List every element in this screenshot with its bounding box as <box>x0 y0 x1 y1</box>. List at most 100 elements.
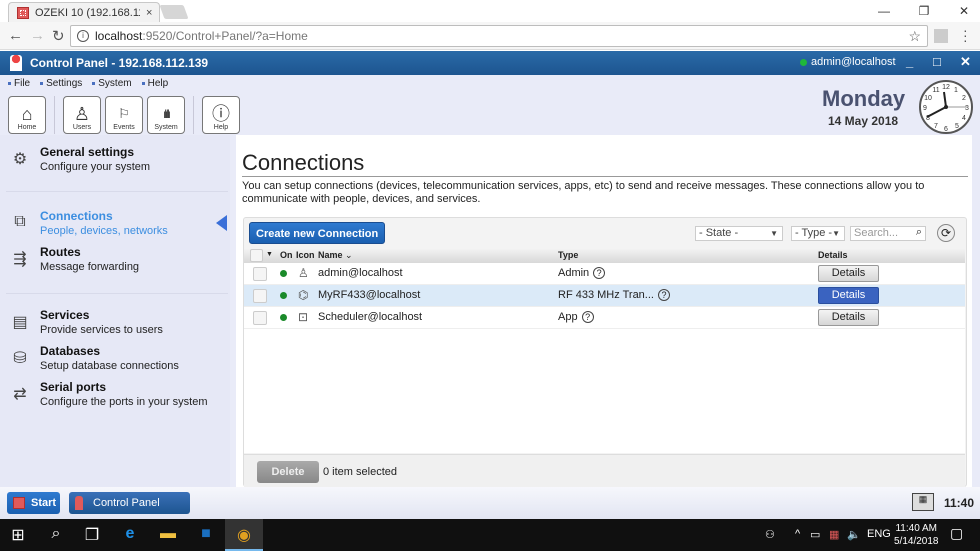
toolbar-events-button[interactable]: ⚐ Events <box>105 96 143 134</box>
gear-icon: ⚙ <box>12 151 28 168</box>
sidebar-item-title: Connections <box>40 209 113 223</box>
extension-icon[interactable] <box>934 29 948 43</box>
type-label: RF 433 MHz Tran... <box>558 289 654 301</box>
svg-text:12: 12 <box>942 84 950 91</box>
help-icon[interactable]: ? <box>593 267 606 279</box>
connection-name[interactable]: admin@localhost <box>318 267 403 279</box>
table-header: ▼ On Icon Name ⌄ Type Details <box>244 249 965 263</box>
menu-system[interactable]: System <box>92 78 131 89</box>
site-info-icon[interactable]: i <box>77 30 89 42</box>
back-icon[interactable]: ← <box>8 27 23 44</box>
address-bar-row: ← → ↻ i localhost:9520/Control+Panel/?a=… <box>0 22 980 50</box>
toolbar-home-button[interactable]: ⌂ Home <box>8 96 46 134</box>
file-explorer-icon[interactable]: ▬ <box>158 525 178 543</box>
sidebar-item-connections[interactable]: ⧉ Connections People, devices, networks <box>0 209 230 243</box>
url-input[interactable]: i localhost:9520/Control+Panel/?a=Home ☆ <box>70 25 928 47</box>
new-tab-button[interactable] <box>159 5 189 19</box>
connections-panel: Create new Connection - State - ▼ - Type… <box>243 217 967 487</box>
toolbar-system-button[interactable]: ılıllı System <box>147 96 185 134</box>
connection-name[interactable]: MyRF433@localhost <box>318 289 420 301</box>
user-status[interactable]: admin@localhost <box>800 56 896 68</box>
chrome-taskbar-button[interactable]: ◉ <box>225 519 263 551</box>
details-button[interactable]: Details <box>818 309 879 326</box>
toolbar-label: Events <box>113 124 135 131</box>
sidebar-item-title: Routes <box>40 245 81 259</box>
connection-type: RF 433 MHz Tran...? <box>558 289 670 301</box>
row-checkbox[interactable] <box>253 289 267 303</box>
restore-button[interactable]: ❐ <box>904 0 944 22</box>
bookmark-star-icon[interactable]: ☆ <box>908 28 921 45</box>
sidebar-item-serial-ports[interactable]: ⇄ Serial ports Configure the ports in yo… <box>0 380 230 414</box>
status-on-icon <box>280 270 287 277</box>
details-button[interactable]: Details <box>818 287 879 304</box>
connection-name[interactable]: Scheduler@localhost <box>318 311 422 323</box>
help-icon[interactable]: ? <box>581 311 594 323</box>
app-maximize-button[interactable]: □ <box>933 54 941 69</box>
toolbar-separator <box>193 96 194 134</box>
search-icon[interactable]: ⌕ <box>46 525 66 543</box>
sidebar-item-services[interactable]: ▤ Services Provide services to users <box>0 308 230 342</box>
select-all-checkbox[interactable] <box>250 249 263 262</box>
row-checkbox[interactable] <box>253 311 267 325</box>
windows-start-icon[interactable]: ⊞ <box>8 525 28 545</box>
type-label: Admin <box>558 267 590 279</box>
sidebar-item-general-settings[interactable]: ⚙ General settings Configure your system <box>0 145 230 179</box>
delete-button[interactable]: Delete <box>257 461 319 483</box>
sidebar-item-title: General settings <box>40 145 135 159</box>
refresh-button[interactable]: ⟳ <box>937 224 955 242</box>
tab-title: OZEKI 10 (192.168.112.1 <box>35 6 140 19</box>
toolbar-help-button[interactable]: ⓘ Help <box>202 96 240 134</box>
search-icon[interactable]: ⌕ <box>916 226 922 239</box>
volume-icon[interactable]: 🔈 <box>847 528 861 541</box>
search-input[interactable]: Search... ⌕ <box>850 226 926 241</box>
menu-help[interactable]: Help <box>142 78 169 89</box>
network-icon[interactable]: ▭ <box>810 528 820 541</box>
table-row[interactable]: ⌬ MyRF433@localhost RF 433 MHz Tran...? … <box>244 285 965 307</box>
keyboard-monitor-icon[interactable]: ▦ <box>912 493 934 511</box>
details-button[interactable]: Details <box>818 265 879 282</box>
table-row[interactable]: ♙ admin@localhost Admin? Details <box>244 263 965 285</box>
toolbar-label: Home <box>17 124 37 131</box>
column-name[interactable]: Name <box>318 250 343 260</box>
type-filter-select[interactable]: - Type - ▼ <box>791 226 845 241</box>
start-button[interactable]: Start <box>7 492 60 514</box>
toolbar-users-button[interactable]: ♙ Users <box>63 96 101 134</box>
forward-icon[interactable]: → <box>30 27 45 44</box>
app-close-button[interactable]: ✕ <box>960 54 971 70</box>
edge-icon[interactable]: e <box>120 525 140 543</box>
tab-close-icon[interactable]: × <box>146 7 152 19</box>
minimize-button[interactable]: — <box>864 0 904 22</box>
sidebar-item-subtitle: Configure the ports in your system <box>40 396 208 408</box>
menu-settings[interactable]: Settings <box>40 78 82 89</box>
help-icon[interactable]: ? <box>657 289 670 301</box>
close-window-button[interactable]: ✕ <box>944 0 980 22</box>
language-indicator[interactable]: ENG <box>867 528 891 540</box>
show-hidden-icons[interactable]: ^ <box>795 528 800 540</box>
table-row[interactable]: ⊡ Scheduler@localhost App? Details <box>244 307 965 329</box>
control-panel-task-button[interactable]: Control Panel <box>69 492 190 514</box>
notifications-icon[interactable]: ▢ <box>950 525 963 542</box>
state-filter-select[interactable]: - State - ▼ <box>695 226 783 241</box>
create-connection-button[interactable]: Create new Connection <box>249 222 386 244</box>
app-bottom-bar: Start Control Panel ▦ 11:40 <box>0 487 980 519</box>
app-store-icon[interactable]: ■ <box>196 525 216 543</box>
reload-icon[interactable]: ↻ <box>52 27 65 45</box>
sidebar-item-routes[interactable]: ⇶ Routes Message forwarding <box>0 245 230 279</box>
app-clock: 11:40 <box>944 496 975 510</box>
menu-file[interactable]: File <box>8 78 30 89</box>
sidebar-item-databases[interactable]: ⛁ Databases Setup database connections <box>0 344 230 378</box>
task-view-icon[interactable]: ❐ <box>82 525 102 545</box>
select-menu-caret-icon[interactable]: ▼ <box>266 251 273 258</box>
sort-icon[interactable]: ⌄ <box>345 250 353 261</box>
browser-tab[interactable]: OZEKI 10 (192.168.112.1 × <box>8 2 160 22</box>
app-minimize-button[interactable]: _ <box>906 54 913 69</box>
ozeki-tray-icon[interactable]: ▦ <box>829 528 839 541</box>
control-panel-icon <box>75 496 83 510</box>
online-status-icon <box>800 58 807 66</box>
rf-device-icon: ⌬ <box>298 288 309 302</box>
people-icon[interactable]: ⚇ <box>765 528 775 541</box>
row-checkbox[interactable] <box>253 267 267 281</box>
browser-menu-icon[interactable]: · · · <box>963 23 968 47</box>
selection-count: 0 item selected <box>323 466 397 478</box>
system-clock[interactable]: 11:40 AM 5/14/2018 <box>894 522 939 548</box>
